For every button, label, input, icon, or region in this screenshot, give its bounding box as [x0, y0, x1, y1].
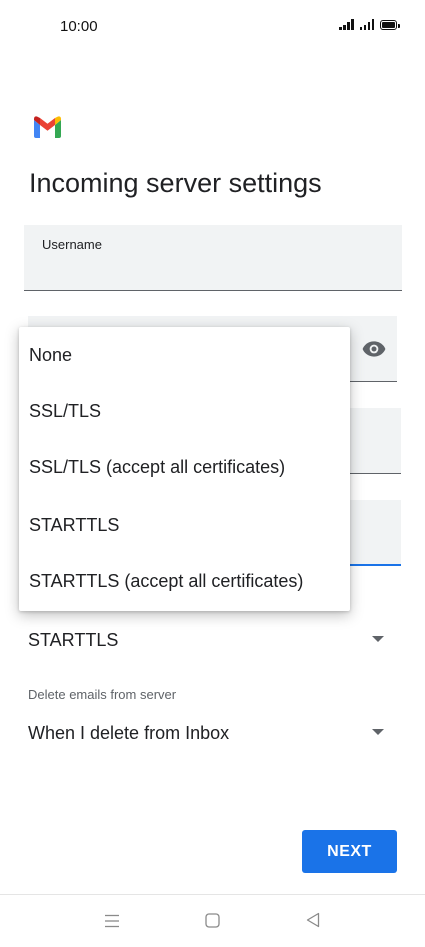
- eye-icon[interactable]: [361, 336, 387, 362]
- menu-item-none[interactable]: None: [29, 345, 72, 366]
- gmail-logo: [34, 116, 61, 138]
- dropdown-arrow-icon: [372, 636, 384, 642]
- battery-icon: [380, 20, 400, 30]
- security-options-menu: None SSL/TLS SSL/TLS (accept all certifi…: [19, 327, 350, 611]
- delete-emails-value: When I delete from Inbox: [28, 723, 230, 743]
- system-nav-bar: [0, 894, 425, 947]
- menu-item-starttls-accept-all[interactable]: STARTTLS (accept all certificates): [29, 571, 303, 592]
- signal-icon: [339, 18, 354, 30]
- security-type-value: STARTTLS: [28, 630, 119, 650]
- menu-item-ssl-tls-accept-all[interactable]: SSL/TLS (accept all certificates): [29, 457, 285, 478]
- next-button[interactable]: NEXT: [302, 830, 397, 873]
- username-label: Username: [42, 237, 102, 252]
- delete-emails-label: Delete emails from server: [28, 687, 177, 702]
- home-icon[interactable]: [205, 913, 220, 928]
- page-title: Incoming server settings: [29, 168, 322, 198]
- menu-item-starttls[interactable]: STARTTLS: [29, 515, 119, 536]
- delete-emails-select[interactable]: When I delete from Inbox: [28, 719, 388, 749]
- security-type-select[interactable]: STARTTLS: [28, 626, 388, 656]
- menu-item-ssl-tls[interactable]: SSL/TLS: [29, 401, 101, 422]
- signal-icon: [359, 18, 374, 30]
- status-time: 10:00: [60, 18, 98, 35]
- dropdown-arrow-icon: [372, 729, 384, 735]
- menu-icon[interactable]: [104, 914, 120, 928]
- username-field[interactable]: Username: [24, 225, 402, 291]
- status-bar: 10:00: [0, 0, 425, 52]
- status-icons: [339, 18, 400, 30]
- back-icon[interactable]: [306, 912, 320, 928]
